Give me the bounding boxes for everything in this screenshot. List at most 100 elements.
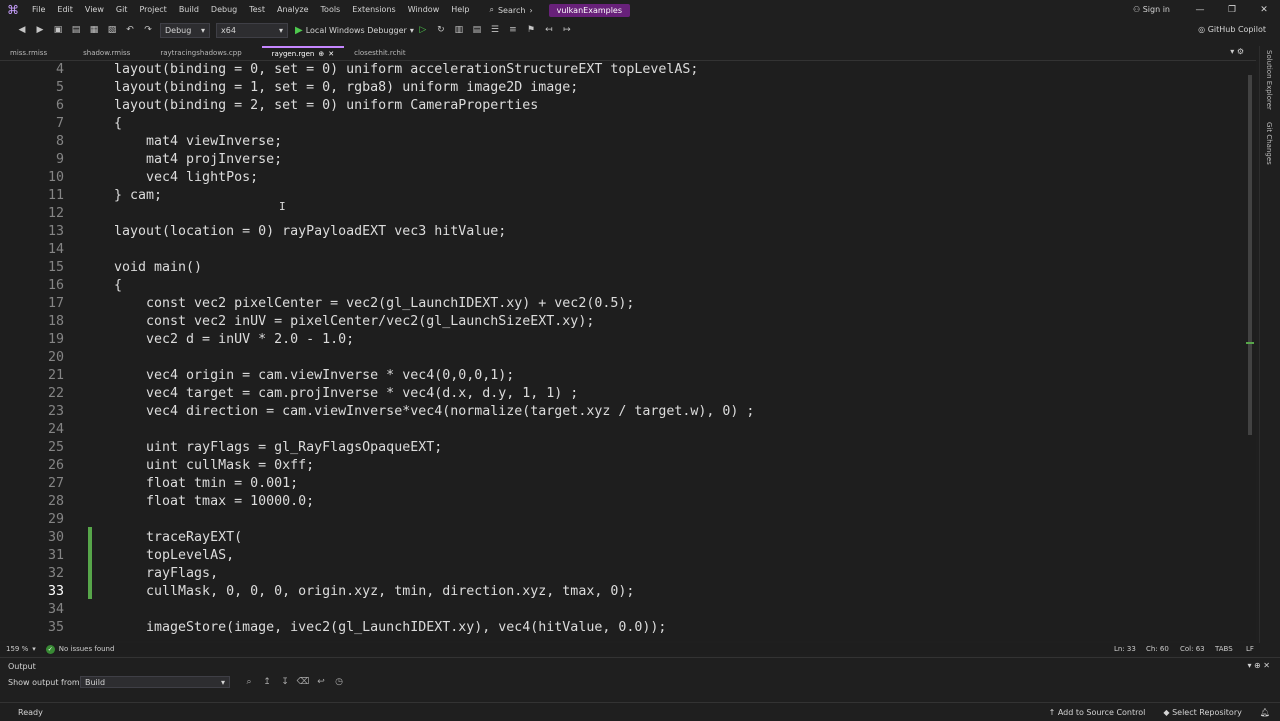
code-line[interactable]: 33 cullMask, 0, 0, 0, origin.xyz, tmin, … (0, 583, 1240, 601)
code-line[interactable]: 12 (0, 205, 1240, 223)
output-source-select[interactable]: Build ▾ (80, 676, 230, 688)
close-icon[interactable]: ✕ (1248, 0, 1280, 20)
menu-window[interactable]: Window (402, 0, 446, 20)
find-message-icon[interactable]: ⌕ (240, 676, 258, 688)
code-line[interactable]: 29 (0, 511, 1240, 529)
tab-miss-rmiss[interactable]: miss.rmiss (0, 46, 57, 60)
minimize-icon[interactable]: — (1184, 0, 1216, 20)
solution-name-badge[interactable]: vulkanExamples (548, 3, 631, 17)
code-line[interactable]: 19 vec2 d = inUV * 2.0 - 1.0; (0, 331, 1240, 349)
word-wrap-icon[interactable]: ↩ (312, 676, 330, 688)
code-line[interactable]: 16 { (0, 277, 1240, 295)
vertical-scrollbar[interactable] (1244, 61, 1256, 641)
comment-icon[interactable]: ☰ (487, 22, 503, 38)
menu-debug[interactable]: Debug (205, 0, 243, 20)
back-icon[interactable]: ◀ (14, 22, 30, 38)
code-line[interactable]: 28 float tmax = 10000.0; (0, 493, 1240, 511)
next-message-icon[interactable]: ↧ (276, 676, 294, 688)
scrollbar-thumb[interactable] (1248, 75, 1252, 435)
platform-select[interactable]: x64 ▾ (216, 22, 288, 38)
add-to-source-control-button[interactable]: ↑ Add to Source Control (1049, 708, 1146, 717)
code-line[interactable]: 4 layout(binding = 0, set = 0) uniform ac… (0, 61, 1240, 79)
search-box[interactable]: ⌕ Search › (483, 5, 538, 15)
open-folder-icon[interactable]: ▤ (68, 22, 84, 38)
indent-mode[interactable]: TABS (1215, 645, 1233, 653)
menu-extensions[interactable]: Extensions (346, 0, 401, 20)
code-line[interactable]: 8 mat4 viewInverse; (0, 133, 1240, 151)
code-line[interactable]: 25 uint rayFlags = gl_RayFlagsOpaqueEXT; (0, 439, 1240, 457)
uncomment-icon[interactable]: ≡ (505, 22, 521, 38)
notifications-icon[interactable]: 🔔︎ (1260, 708, 1270, 717)
tab-raytracingshadows-cpp[interactable]: raytracingshadows.cpp (150, 46, 251, 60)
code-line[interactable]: 10 vec4 lightPos; (0, 169, 1240, 187)
code-line[interactable]: 27 float tmin = 0.001; (0, 475, 1240, 493)
github-copilot-button[interactable]: ◎ GitHub Copilot (1198, 20, 1266, 40)
toolbox-icon[interactable]: ▥ (451, 22, 467, 38)
code-line[interactable]: 18 const vec2 inUV = pixelCenter/vec2(gl… (0, 313, 1240, 331)
code-editor[interactable]: 4 layout(binding = 0, set = 0) uniform ac… (0, 61, 1244, 641)
menu-analyze[interactable]: Analyze (271, 0, 315, 20)
code-line[interactable]: 26 uint cullMask = 0xff; (0, 457, 1240, 475)
menu-view[interactable]: View (79, 0, 110, 20)
issues-status[interactable]: No issues found (59, 645, 115, 653)
tab-closesthit-rchit[interactable]: closesthit.rchit (344, 46, 415, 60)
code-line[interactable]: 7{ (0, 115, 1240, 133)
close-tab-icon[interactable]: ✕ (328, 50, 334, 58)
menu-project[interactable]: Project (133, 0, 172, 20)
code-line[interactable]: 5 layout(binding = 1, set = 0, rgba8) uni… (0, 79, 1240, 97)
code-line[interactable]: 11} cam; (0, 187, 1240, 205)
sign-in-link[interactable]: ⚇ Sign in (1133, 0, 1170, 20)
new-project-icon[interactable]: ▣ (50, 22, 66, 38)
code-line[interactable]: 34 (0, 601, 1240, 619)
menu-tools[interactable]: Tools (315, 0, 347, 20)
panel-controls[interactable]: ▾ ⊕ ✕ (1247, 661, 1270, 670)
bookmark-icon[interactable]: ⚑ (523, 22, 539, 38)
save-icon[interactable]: ▦ (86, 22, 102, 38)
start-debugging-button[interactable]: ▶ Local Windows Debugger ▾ (295, 25, 414, 36)
code-line[interactable]: 22 vec4 target = cam.projInverse * vec4(… (0, 385, 1240, 403)
tab-shadow-rmiss[interactable]: shadow.rmiss (73, 46, 140, 60)
code-line[interactable]: 6 layout(binding = 2, set = 0) uniform Ca… (0, 97, 1240, 115)
start-without-debugging-icon[interactable]: ▷ (415, 22, 431, 38)
menu-help[interactable]: Help (445, 0, 475, 20)
code-line[interactable]: 9 mat4 projInverse; (0, 151, 1240, 169)
solution-explorer-tab[interactable]: Solution Explorer (1265, 50, 1273, 110)
tab-raygen-rgen[interactable]: raygen.rgen ⊕ ✕ (261, 46, 345, 60)
code-line[interactable]: 17 const vec2 pixelCenter = vec2(gl_Laun… (0, 295, 1240, 313)
prev-message-icon[interactable]: ↥ (258, 676, 276, 688)
code-line[interactable]: 35 imageStore(image, ivec2(gl_LaunchIDEX… (0, 619, 1240, 637)
clock-icon[interactable]: ◷ (330, 676, 348, 688)
menu-build[interactable]: Build (173, 0, 205, 20)
save-all-icon[interactable]: ▧ (104, 22, 120, 38)
menu-git[interactable]: Git (110, 0, 134, 20)
clear-all-icon[interactable]: ⌫ (294, 676, 312, 688)
hot-reload-icon[interactable]: ↻ (433, 22, 449, 38)
code-line[interactable]: 13 layout(location = 0) rayPayloadEXT vec… (0, 223, 1240, 241)
menu-test[interactable]: Test (243, 0, 271, 20)
forward-icon[interactable]: ▶ (32, 22, 48, 38)
redo-icon[interactable]: ↷ (140, 22, 156, 38)
menu-edit[interactable]: Edit (51, 0, 79, 20)
line-ending[interactable]: LF (1246, 645, 1254, 653)
tab-overflow-icon[interactable]: ▾ ⚙ (1230, 47, 1244, 56)
code-line[interactable]: 21 vec4 origin = cam.viewInverse * vec4(… (0, 367, 1240, 385)
pin-icon[interactable]: ⊕ (318, 50, 324, 58)
code-line[interactable]: 23 vec4 direction = cam.viewInverse*vec4… (0, 403, 1240, 421)
configuration-select[interactable]: Debug ▾ (160, 22, 210, 38)
code-line[interactable]: 31 topLevelAS, (0, 547, 1240, 565)
git-changes-tab[interactable]: Git Changes (1265, 122, 1273, 165)
menu-file[interactable]: File (26, 0, 51, 20)
code-line[interactable]: 20 (0, 349, 1240, 367)
code-line[interactable]: 32 rayFlags, (0, 565, 1240, 583)
restore-icon[interactable]: ❐ (1216, 0, 1248, 20)
zoom-level[interactable]: 159 % (6, 645, 28, 653)
layout-icon[interactable]: ▤ (469, 22, 485, 38)
undo-icon[interactable]: ↶ (122, 22, 138, 38)
code-line[interactable]: 24 (0, 421, 1240, 439)
select-repository-button[interactable]: ◆ Select Repository (1163, 708, 1241, 717)
prev-bookmark-icon[interactable]: ↤ (541, 22, 557, 38)
next-bookmark-icon[interactable]: ↦ (559, 22, 575, 38)
code-line[interactable]: 15 void main() (0, 259, 1240, 277)
code-line[interactable]: 14 (0, 241, 1240, 259)
code-line[interactable]: 30 traceRayEXT( (0, 529, 1240, 547)
